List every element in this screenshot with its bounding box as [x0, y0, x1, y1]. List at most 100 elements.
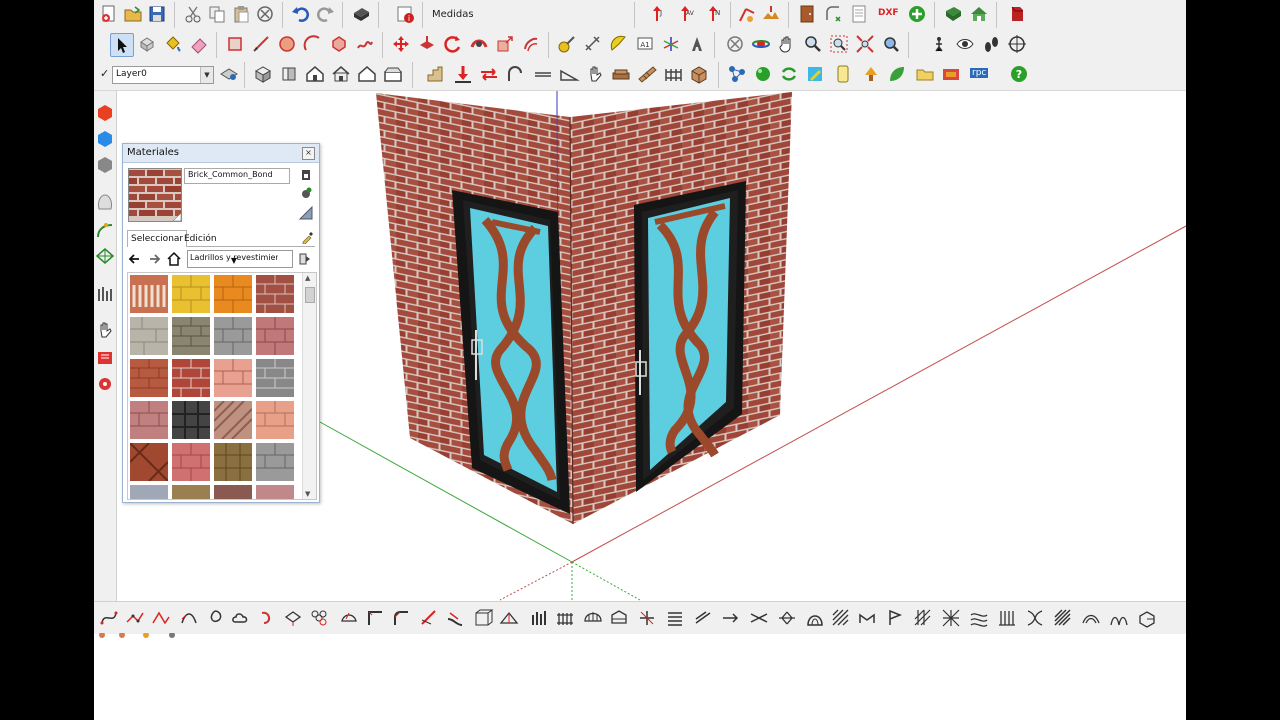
film-strip-icon[interactable]	[940, 63, 962, 85]
section-plane-icon[interactable]	[1006, 33, 1028, 55]
red-gear-icon[interactable]	[94, 373, 116, 395]
add-icon[interactable]	[906, 3, 928, 25]
drop-to-ground-icon[interactable]	[452, 63, 474, 85]
pan-tool-icon[interactable]	[776, 33, 798, 55]
default-material-icon[interactable]	[299, 206, 313, 220]
grey-box-icon[interactable]	[94, 153, 116, 175]
lines-tool-icon[interactable]	[532, 63, 554, 85]
forward-arrow-icon[interactable]	[146, 251, 162, 267]
grid-diagonal-icon[interactable]	[912, 607, 934, 629]
hook-icon[interactable]	[256, 607, 278, 629]
back-arrow-icon[interactable]	[127, 251, 143, 267]
save-icon[interactable]	[146, 3, 168, 25]
material-scrollbar[interactable]: ▲ ▼	[302, 273, 316, 499]
folder-icon[interactable]	[914, 63, 936, 85]
polyline-icon[interactable]	[124, 607, 146, 629]
material-swatch[interactable]	[214, 317, 252, 355]
twist-icon[interactable]	[1024, 607, 1046, 629]
arc-tool-icon[interactable]	[822, 3, 844, 25]
cube-arrow-icon[interactable]	[1136, 607, 1158, 629]
shell-bottom-icon[interactable]	[804, 607, 826, 629]
model-info-icon[interactable]: i	[394, 3, 416, 25]
copy-icon[interactable]	[206, 3, 228, 25]
axes-tool-icon[interactable]	[660, 33, 682, 55]
cloud-icon[interactable]	[230, 607, 252, 629]
stair-profile-icon[interactable]	[424, 63, 446, 85]
green-curve-icon[interactable]	[94, 219, 116, 241]
mesh-icon[interactable]	[94, 245, 116, 267]
orbit-tool-icon[interactable]	[750, 33, 772, 55]
move-tool-icon[interactable]	[390, 33, 412, 55]
look-around-icon[interactable]	[954, 33, 976, 55]
paste-icon[interactable]	[230, 3, 252, 25]
material-swatch[interactable]	[256, 317, 294, 355]
new-file-icon[interactable]	[98, 3, 120, 25]
material-swatch[interactable]	[214, 401, 252, 439]
hand-icon[interactable]	[94, 319, 116, 341]
leaf-icon[interactable]	[886, 63, 908, 85]
box-component-icon[interactable]	[688, 63, 710, 85]
redo-icon[interactable]	[314, 3, 336, 25]
print-icon[interactable]	[350, 3, 372, 25]
chevron-down-icon[interactable]: ▼	[200, 67, 213, 83]
delete-icon[interactable]	[254, 3, 276, 25]
material-name-field[interactable]: Brick_Common_Bond	[184, 168, 290, 184]
scroll-up-icon[interactable]: ▲	[305, 274, 310, 282]
material-swatch[interactable]	[130, 317, 168, 355]
layer-dropdown[interactable]: Layer0 ▼	[112, 66, 214, 84]
material-swatch[interactable]	[214, 359, 252, 397]
material-swatch[interactable]	[130, 401, 168, 439]
material-category-dropdown[interactable]: Ladrillos y revestimientos ▼	[187, 250, 293, 268]
chevron-down-icon[interactable]: ▼	[190, 253, 278, 269]
walk-tool-icon[interactable]	[980, 33, 1002, 55]
fence-component-icon[interactable]	[662, 63, 684, 85]
material-swatch[interactable]	[130, 275, 168, 313]
material-swatch[interactable]	[256, 485, 294, 499]
material-swatch[interactable]	[214, 485, 252, 499]
flag-icon[interactable]	[884, 607, 906, 629]
line-tool-icon[interactable]	[250, 33, 272, 55]
polygon-tool-icon[interactable]	[328, 33, 350, 55]
dense-hatch-icon[interactable]	[1052, 607, 1074, 629]
red-box-icon[interactable]	[94, 101, 116, 123]
add-location-icon[interactable]	[736, 3, 758, 25]
loop-icon[interactable]	[204, 607, 226, 629]
paint-bucket-icon[interactable]	[162, 33, 184, 55]
multi-arc-icon[interactable]	[1108, 607, 1130, 629]
fillet-icon[interactable]	[390, 607, 412, 629]
arch-tool-icon[interactable]	[504, 63, 526, 85]
extrude-line-icon[interactable]	[418, 607, 440, 629]
rpc-button[interactable]: rpc	[968, 63, 992, 85]
material-swatch[interactable]	[172, 317, 210, 355]
sofa-component-icon[interactable]	[610, 63, 632, 85]
make-component-icon[interactable]	[136, 33, 158, 55]
material-swatch[interactable]	[214, 275, 252, 313]
stripes-icon[interactable]	[664, 607, 686, 629]
undo-icon[interactable]	[290, 3, 312, 25]
document-icon[interactable]	[848, 3, 870, 25]
hemisphere-icon[interactable]	[582, 607, 604, 629]
hand-pick-icon[interactable]	[584, 63, 606, 85]
material-swatch[interactable]	[172, 401, 210, 439]
hatch-icon[interactable]	[830, 607, 852, 629]
axis-n-icon[interactable]: N	[702, 3, 724, 25]
material-swatch[interactable]	[172, 443, 210, 481]
bars-icon[interactable]	[94, 283, 116, 305]
save-material-icon[interactable]	[299, 168, 313, 182]
create-material-icon[interactable]	[299, 186, 313, 200]
home-icon[interactable]	[166, 251, 182, 267]
bezier-icon[interactable]	[98, 607, 120, 629]
material-swatch[interactable]	[256, 401, 294, 439]
split-icon[interactable]	[636, 607, 658, 629]
back-view-icon[interactable]	[356, 63, 378, 85]
close-icon[interactable]: ×	[302, 147, 315, 160]
select-tool-icon[interactable]	[110, 33, 134, 57]
sphere-icon[interactable]	[752, 63, 774, 85]
follow-me-icon[interactable]	[468, 33, 490, 55]
toggle-terrain-icon[interactable]	[760, 3, 782, 25]
material-swatch[interactable]	[214, 443, 252, 481]
materials-title-bar[interactable]: Materiales ×	[123, 144, 319, 163]
circle-tool-icon[interactable]	[276, 33, 298, 55]
front-view-icon[interactable]	[304, 63, 326, 85]
material-swatch[interactable]	[130, 359, 168, 397]
